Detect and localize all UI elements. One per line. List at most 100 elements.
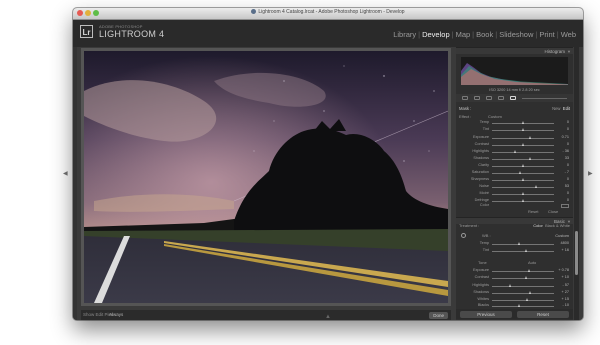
slider-knob[interactable]: [528, 136, 531, 139]
slider-track[interactable]: [492, 242, 554, 245]
slider-value[interactable]: - 7: [565, 170, 569, 174]
slider-value[interactable]: 0: [567, 127, 569, 131]
slider-track[interactable]: [492, 276, 554, 279]
slider-value[interactable]: 0: [567, 142, 569, 146]
treatment-color-button[interactable]: Color: [533, 223, 543, 228]
previous-button[interactable]: Previous: [460, 311, 512, 318]
slider-clarity[interactable]: Clarity 0: [456, 163, 573, 169]
slider-track[interactable]: [492, 185, 554, 188]
slider-track[interactable]: [492, 143, 554, 146]
spot-removal-tool-icon[interactable]: [474, 96, 480, 100]
slider-track[interactable]: [492, 164, 554, 167]
module-develop[interactable]: Develop: [421, 30, 451, 39]
slider-track[interactable]: [492, 171, 554, 174]
basic-slider-tint[interactable]: Tint + 16: [456, 248, 573, 254]
slider-knob[interactable]: [521, 192, 524, 195]
basic-slider-exposure[interactable]: Exposure + 0.78: [456, 268, 573, 274]
slider-exposure[interactable]: Exposure 0.71: [456, 135, 573, 141]
slider-value[interactable]: 33: [565, 156, 569, 160]
show-edit-pins-select[interactable]: Always: [109, 312, 123, 317]
histogram-header[interactable]: Histogram ▼: [456, 47, 573, 54]
slider-track[interactable]: [492, 121, 554, 124]
slider-knob[interactable]: [509, 284, 512, 287]
slider-value[interactable]: + 10: [562, 275, 570, 279]
slider-value[interactable]: 4800: [561, 241, 569, 245]
basic-slider-contrast[interactable]: Contrast + 10: [456, 275, 573, 281]
right-panel-scrollbar[interactable]: [574, 47, 579, 320]
slider-knob[interactable]: [514, 150, 517, 153]
module-web[interactable]: Web: [560, 30, 577, 39]
module-book[interactable]: Book: [475, 30, 494, 39]
slider-knob[interactable]: [521, 121, 524, 124]
slider-knob[interactable]: [528, 291, 531, 294]
red-eye-tool-icon[interactable]: [486, 96, 492, 100]
slider-knob[interactable]: [528, 157, 531, 160]
wb-eyedropper-icon[interactable]: [461, 233, 466, 238]
slider-moire[interactable]: Moiré 0: [456, 191, 573, 197]
basic-slider-highlights[interactable]: Highlights - 57: [456, 283, 573, 289]
left-panel-toggle-icon[interactable]: ◀: [63, 170, 68, 177]
slider-knob[interactable]: [527, 269, 530, 272]
slider-value[interactable]: - 36: [562, 149, 569, 153]
slider-knob[interactable]: [524, 276, 527, 279]
slider-tint[interactable]: Tint 0: [456, 127, 573, 133]
basic-slider-shadows[interactable]: Shadows + 27: [456, 290, 573, 296]
slider-track[interactable]: [492, 291, 554, 294]
slider-track[interactable]: [492, 192, 554, 195]
graduated-filter-tool-icon[interactable]: [498, 96, 504, 100]
slider-knob[interactable]: [524, 249, 527, 252]
left-panel-collapsed[interactable]: [73, 47, 77, 320]
slider-value[interactable]: 0: [567, 177, 569, 181]
filmstrip-toggle-icon[interactable]: ▲: [325, 314, 331, 320]
slider-track[interactable]: [492, 298, 554, 301]
color-swatch[interactable]: [561, 203, 569, 208]
slider-value[interactable]: 53: [565, 184, 569, 188]
adjustment-brush-tool-icon[interactable]: [510, 96, 516, 100]
slider-temp[interactable]: Temp 0: [456, 120, 573, 126]
tone-auto-button[interactable]: Auto: [528, 260, 536, 265]
done-button[interactable]: Done: [429, 311, 448, 319]
slider-track[interactable]: [492, 178, 554, 181]
slider-value[interactable]: 0: [567, 163, 569, 167]
window-titlebar[interactable]: Lightroom 4 Catalog.lrcat - Adobe Photos…: [73, 8, 583, 20]
slider-value[interactable]: 0: [567, 191, 569, 195]
module-print[interactable]: Print: [538, 30, 555, 39]
collapse-triangle-icon[interactable]: ▼: [567, 49, 571, 54]
slider-sharpness[interactable]: Sharpness 0: [456, 177, 573, 183]
slider-knob[interactable]: [518, 304, 521, 307]
slider-knob[interactable]: [521, 143, 524, 146]
slider-track[interactable]: [492, 249, 554, 252]
brush-reset-button[interactable]: Reset: [528, 209, 538, 214]
slider-knob[interactable]: [521, 128, 524, 131]
slider-value[interactable]: 0: [567, 198, 569, 202]
module-library[interactable]: Library: [392, 30, 417, 39]
slider-knob[interactable]: [519, 171, 522, 174]
basic-slider-temp[interactable]: Temp 4800: [456, 241, 573, 247]
effect-select[interactable]: Custom: [488, 114, 502, 119]
image-viewer[interactable]: [81, 48, 451, 306]
slider-track[interactable]: [492, 136, 554, 139]
slider-knob[interactable]: [518, 242, 521, 245]
slider-saturation[interactable]: Saturation - 7: [456, 170, 573, 176]
module-slideshow[interactable]: Slideshow: [498, 30, 534, 39]
slider-value[interactable]: 0.71: [562, 135, 569, 139]
module-map[interactable]: Map: [455, 30, 472, 39]
right-panel-toggle-icon[interactable]: ▶: [588, 170, 593, 177]
slider-noise[interactable]: Noise 53: [456, 184, 573, 190]
photo[interactable]: [84, 51, 448, 303]
slider-value[interactable]: 0: [567, 120, 569, 124]
slider-knob[interactable]: [521, 164, 524, 167]
scrollbar-thumb[interactable]: [575, 231, 578, 275]
wb-select[interactable]: Custom: [555, 233, 569, 238]
slider-shadows[interactable]: Shadows 33: [456, 156, 573, 162]
slider-value[interactable]: - 57: [562, 283, 569, 287]
histogram[interactable]: [461, 57, 568, 85]
slider-track[interactable]: [492, 284, 554, 287]
mask-edit-button[interactable]: Edit: [563, 106, 570, 111]
slider-contrast[interactable]: Contrast 0: [456, 142, 573, 148]
slider-value[interactable]: + 16: [562, 248, 570, 252]
slider-track[interactable]: [492, 150, 554, 153]
slider-knob[interactable]: [521, 178, 524, 181]
slider-knob[interactable]: [525, 298, 528, 301]
slider-value[interactable]: + 15: [562, 297, 570, 301]
